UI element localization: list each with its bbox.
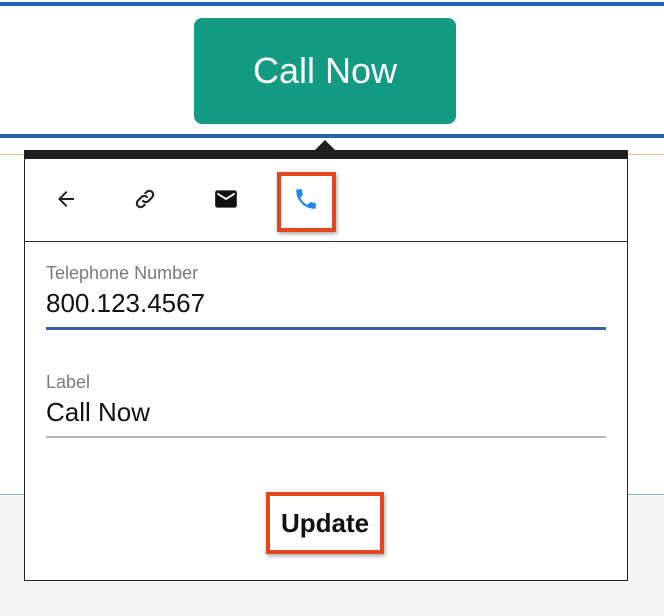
telephone-number-input[interactable] [46, 287, 606, 319]
call-now-button[interactable]: Call Now [194, 18, 456, 124]
label-field: Label [46, 372, 606, 438]
link-type-toolbar [25, 159, 627, 242]
phone-type-highlight [277, 172, 336, 232]
link-editor-popover: Telephone Number Label Update [24, 150, 628, 581]
link-type-button[interactable] [125, 179, 165, 219]
link-icon [132, 186, 158, 212]
arrow-left-icon [54, 187, 78, 211]
page-top-border [0, 2, 664, 6]
back-button[interactable] [46, 179, 86, 219]
label-field-label: Label [46, 372, 91, 392]
mail-icon [213, 186, 239, 212]
email-type-button[interactable] [206, 179, 246, 219]
label-underline [46, 436, 606, 438]
telephone-number-underline [46, 327, 606, 330]
label-input[interactable] [46, 396, 606, 428]
telephone-number-field: Telephone Number [46, 263, 606, 330]
update-button[interactable]: Update [266, 492, 384, 554]
selection-border-line [0, 134, 664, 138]
telephone-number-label: Telephone Number [46, 263, 199, 283]
